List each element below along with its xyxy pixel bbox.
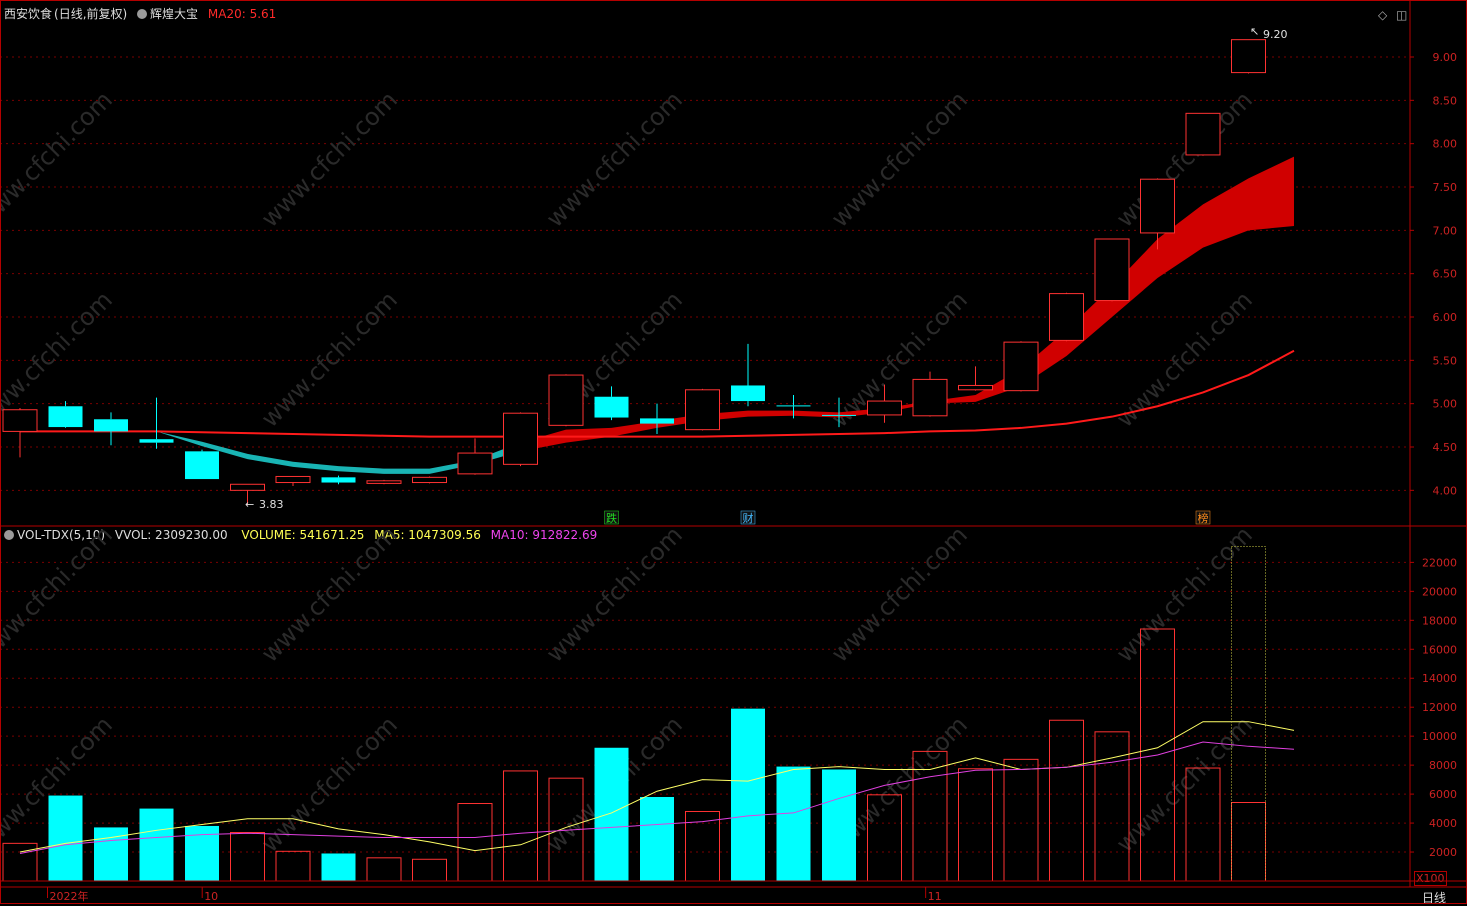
volume-bar-down [776,766,811,881]
volume-tick-label: 18000 [1422,614,1457,627]
high-arrow-icon: ↖ [1250,25,1259,38]
volume-bar-up [412,858,447,882]
volume-tick-label: 2000 [1429,846,1457,859]
price-tick-label: 5.00 [1433,398,1458,411]
watermark-text: www.cfchi.com [1111,286,1258,433]
watermark-text: www.cfchi.com [0,521,118,668]
candle-body-up [1049,293,1084,341]
event-badge-badge_money: 财 [743,511,754,525]
volume-tick-label: 20000 [1422,585,1457,598]
candle-body-up [685,389,720,431]
candle-body-up [503,412,538,465]
volume-bar-up [1094,731,1130,882]
volume-tick-label: 6000 [1429,788,1457,801]
volume-bar-down [594,747,629,881]
candle-body-up [230,483,265,491]
volume-tick-label: 22000 [1422,556,1457,569]
price-tick-label: 4.50 [1433,441,1458,454]
candle-body-up [867,400,902,416]
candlesticks [2,39,1266,506]
candle-body-up [366,480,402,484]
volume-bar-up [958,768,993,882]
date-tick-label: 2022年 [50,889,89,903]
watermark-text: www.cfchi.com [256,86,403,233]
candle-body-up [958,384,993,391]
volume-bar-down [640,797,674,881]
low-arrow-icon: ← [245,498,254,511]
candle-body-down [139,439,174,443]
candle-body-up [1003,341,1039,392]
event-badges[interactable]: 跌财榜 [604,510,1211,525]
price-tick-label: 6.00 [1433,311,1458,324]
price-tick-label: 4.00 [1433,484,1458,497]
volume-bar-up [366,857,402,882]
price-tick-label: 7.00 [1433,224,1458,237]
event-badge-badge_fall: 跌 [606,511,617,525]
volume-bar-down [321,853,356,881]
date-tick-label: 10 [204,890,218,903]
candle-body-up [2,409,38,432]
candle-body-up [457,452,493,475]
price-tick-label: 9.00 [1433,51,1458,64]
candle-body-down [185,451,219,480]
candle-body-up [912,378,948,417]
candle-body-down [94,419,128,432]
volume-bar-up [503,770,538,882]
volume-tick-label: 16000 [1422,643,1457,656]
candle-body-down [822,414,856,416]
candle-body-down [48,406,83,428]
volume-bar-down [139,808,174,881]
candle-body-up [548,374,584,426]
candle-body-down [731,385,765,402]
watermark-text: www.cfchi.com [826,86,973,233]
volume-bar-up [2,842,38,882]
candle-body-up [275,475,311,484]
watermark-text: www.cfchi.com [826,521,973,668]
price-tick-label: 8.00 [1433,138,1458,151]
candle-body-up [1094,238,1130,302]
candle-body-down [594,396,629,418]
price-tick-label: 8.50 [1433,94,1458,107]
volume-bar-down [822,769,856,881]
volume-bar-down [731,708,765,881]
candle-body-down [321,477,356,483]
volume-bar-up [1003,758,1039,882]
low-price-label: 3.83 [259,498,284,511]
candle-body-down [776,405,811,407]
watermark-text: www.cfchi.com [256,286,403,433]
volume-tick-label: 14000 [1422,672,1457,685]
volume-bar-up [275,850,311,882]
candle-body-up [1231,39,1266,74]
volume-bar-up [1049,719,1084,882]
candle-body-up [1140,178,1175,234]
volume-tick-label: 4000 [1429,817,1457,830]
watermark-text: www.cfchi.com [1111,521,1258,668]
volume-tick-label: 8000 [1429,759,1457,772]
volume-bar-up [457,803,493,882]
high-price-label: 9.20 [1263,28,1288,41]
watermark-text: www.cfchi.com [0,86,118,233]
watermark-text: www.cfchi.com [256,521,403,668]
candle-body-up [412,476,447,484]
ribbon-bullish-segment [520,156,1294,452]
volume-bar-down [48,795,83,881]
volume-tick-label: 12000 [1422,701,1457,714]
price-tick-label: 6.50 [1433,268,1458,281]
date-tick-label: 11 [928,890,942,903]
volume-bar-up [1231,802,1266,882]
price-tick-label: 7.50 [1433,181,1458,194]
watermark-text: www.cfchi.com [541,86,688,233]
volume-bars [2,545,1266,882]
candle-body-up [1185,112,1221,156]
price-tick-label: 5.50 [1433,354,1458,367]
event-badge-badge_rank: 榜 [1198,511,1209,525]
volume-tick-label: 10000 [1422,730,1457,743]
watermark-text: www.cfchi.com [541,521,688,668]
candle-body-down [640,418,674,424]
stock-chart[interactable]: www.cfchi.com www.cfchi.com www.cfchi.com w… [0,0,1467,905]
